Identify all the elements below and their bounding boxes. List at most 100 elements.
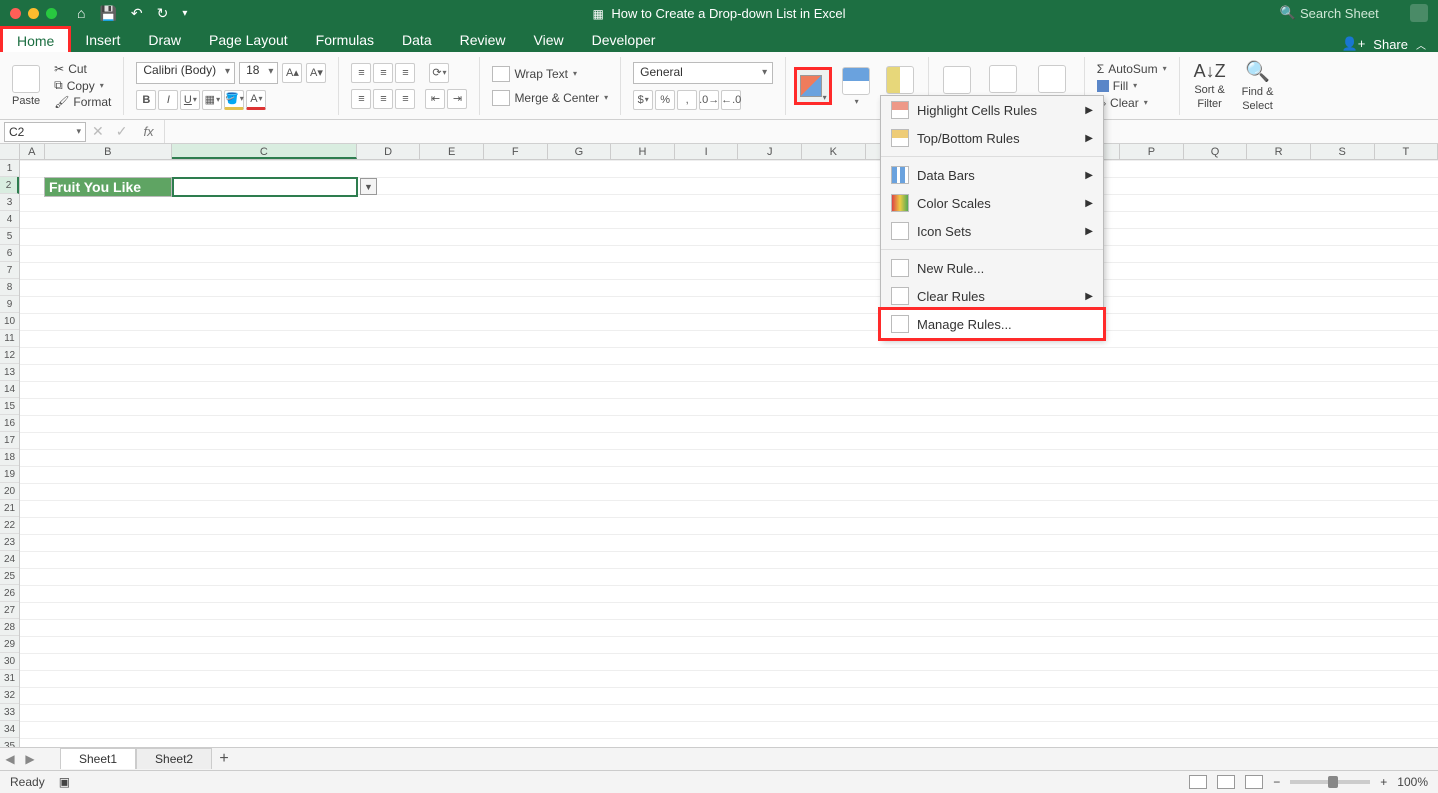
row-header-24[interactable]: 24 bbox=[0, 551, 19, 568]
row-header-20[interactable]: 20 bbox=[0, 483, 19, 500]
tab-home[interactable]: Home bbox=[0, 26, 71, 53]
add-sheet-button[interactable]: + bbox=[212, 750, 236, 768]
formula-input[interactable] bbox=[164, 120, 1438, 143]
row-header-30[interactable]: 30 bbox=[0, 653, 19, 670]
row-header-3[interactable]: 3 bbox=[0, 194, 19, 211]
qa-dropdown-icon[interactable]: ▾ bbox=[182, 8, 187, 19]
user-avatar-icon[interactable] bbox=[1410, 4, 1428, 22]
row-header-15[interactable]: 15 bbox=[0, 398, 19, 415]
underline-button[interactable]: U▾ bbox=[180, 90, 200, 110]
col-header-H[interactable]: H bbox=[611, 144, 675, 159]
row-header-1[interactable]: 1 bbox=[0, 160, 19, 177]
save-icon[interactable]: 💾 bbox=[99, 5, 116, 22]
sheet-tab-1[interactable]: Sheet1 bbox=[60, 748, 136, 769]
maximize-window-icon[interactable] bbox=[46, 8, 57, 19]
search-sheet[interactable]: 🔍 bbox=[1280, 5, 1400, 21]
cut-button[interactable]: ✂Cut bbox=[54, 62, 111, 76]
macro-record-icon[interactable]: ▣ bbox=[59, 775, 70, 789]
col-header-Q[interactable]: Q bbox=[1184, 144, 1248, 159]
dropdown-handle-icon[interactable]: ▼ bbox=[360, 178, 377, 195]
row-header-17[interactable]: 17 bbox=[0, 432, 19, 449]
page-break-view-icon[interactable] bbox=[1245, 775, 1263, 789]
menu-new-rule[interactable]: New Rule... bbox=[881, 254, 1103, 282]
merge-center-button[interactable]: Merge & Center▾ bbox=[492, 90, 608, 106]
row-header-18[interactable]: 18 bbox=[0, 449, 19, 466]
menu-color-scales[interactable]: Color Scales▶ bbox=[881, 189, 1103, 217]
currency-icon[interactable]: $▾ bbox=[633, 90, 653, 110]
row-header-9[interactable]: 9 bbox=[0, 296, 19, 313]
row-header-2[interactable]: 2 bbox=[0, 177, 19, 194]
col-header-B[interactable]: B bbox=[45, 144, 172, 159]
menu-data-bars[interactable]: Data Bars▶ bbox=[881, 161, 1103, 189]
select-all-corner[interactable] bbox=[0, 144, 20, 159]
paste-button[interactable]: Paste bbox=[6, 63, 46, 109]
row-header-35[interactable]: 35 bbox=[0, 738, 19, 747]
row-header-7[interactable]: 7 bbox=[0, 262, 19, 279]
row-header-4[interactable]: 4 bbox=[0, 211, 19, 228]
row-header-27[interactable]: 27 bbox=[0, 602, 19, 619]
align-center-icon[interactable]: ≡ bbox=[373, 89, 393, 109]
cells-area[interactable]: Fruit You Like ▼ bbox=[20, 160, 1438, 747]
col-header-J[interactable]: J bbox=[738, 144, 802, 159]
tab-draw[interactable]: Draw bbox=[134, 28, 195, 52]
redo-icon[interactable]: ↻ bbox=[157, 5, 169, 22]
zoom-out-icon[interactable]: − bbox=[1273, 775, 1280, 789]
row-header-13[interactable]: 13 bbox=[0, 364, 19, 381]
clear-button[interactable]: ◇Clear▾ bbox=[1097, 96, 1167, 110]
tab-developer[interactable]: Developer bbox=[578, 28, 670, 52]
decrease-indent-icon[interactable]: ⇤ bbox=[425, 89, 445, 109]
row-header-28[interactable]: 28 bbox=[0, 619, 19, 636]
row-header-6[interactable]: 6 bbox=[0, 245, 19, 262]
col-header-A[interactable]: A bbox=[20, 144, 45, 159]
row-header-19[interactable]: 19 bbox=[0, 466, 19, 483]
italic-button[interactable]: I bbox=[158, 90, 178, 110]
window-controls[interactable] bbox=[0, 8, 57, 19]
name-box[interactable]: C2▾ bbox=[4, 122, 86, 142]
menu-top-bottom-rules[interactable]: Top/Bottom Rules▶ bbox=[881, 124, 1103, 152]
row-header-10[interactable]: 10 bbox=[0, 313, 19, 330]
row-header-25[interactable]: 25 bbox=[0, 568, 19, 585]
align-left-icon[interactable]: ≡ bbox=[351, 89, 371, 109]
page-layout-view-icon[interactable] bbox=[1217, 775, 1235, 789]
row-header-11[interactable]: 11 bbox=[0, 330, 19, 347]
row-header-5[interactable]: 5 bbox=[0, 228, 19, 245]
tab-insert[interactable]: Insert bbox=[71, 28, 134, 52]
zoom-slider[interactable] bbox=[1290, 780, 1370, 784]
tab-view[interactable]: View bbox=[520, 28, 578, 52]
row-header-26[interactable]: 26 bbox=[0, 585, 19, 602]
col-header-R[interactable]: R bbox=[1247, 144, 1311, 159]
font-size-select[interactable]: 18 bbox=[239, 62, 278, 84]
copy-button[interactable]: ⧉Copy▾ bbox=[54, 78, 111, 93]
row-header-12[interactable]: 12 bbox=[0, 347, 19, 364]
tab-data[interactable]: Data bbox=[388, 28, 446, 52]
cell-C2-selected[interactable] bbox=[172, 177, 358, 197]
increase-indent-icon[interactable]: ⇥ bbox=[447, 89, 467, 109]
percent-icon[interactable]: % bbox=[655, 90, 675, 110]
increase-font-icon[interactable]: A▴ bbox=[282, 63, 302, 83]
border-button[interactable]: ▦▾ bbox=[202, 90, 222, 110]
tab-formulas[interactable]: Formulas bbox=[302, 28, 388, 52]
collapse-ribbon-icon[interactable]: ︿ bbox=[1416, 37, 1426, 52]
col-header-P[interactable]: P bbox=[1120, 144, 1184, 159]
share-icon[interactable]: 👤+ bbox=[1342, 36, 1366, 52]
row-header-34[interactable]: 34 bbox=[0, 721, 19, 738]
enter-formula-icon[interactable]: ✓ bbox=[110, 123, 134, 140]
format-painter-button[interactable]: 🖌Format bbox=[54, 95, 111, 109]
row-header-22[interactable]: 22 bbox=[0, 517, 19, 534]
menu-icon-sets[interactable]: Icon Sets▶ bbox=[881, 217, 1103, 245]
comma-icon[interactable]: , bbox=[677, 90, 697, 110]
row-header-21[interactable]: 21 bbox=[0, 500, 19, 517]
col-header-I[interactable]: I bbox=[675, 144, 739, 159]
share-button[interactable]: Share bbox=[1373, 37, 1408, 52]
orientation-icon[interactable]: ⟳▾ bbox=[429, 63, 449, 83]
cell-B2[interactable]: Fruit You Like bbox=[44, 177, 172, 197]
find-select-button[interactable]: 🔍 Find & Select bbox=[1236, 57, 1280, 114]
align-right-icon[interactable]: ≡ bbox=[395, 89, 415, 109]
font-color-button[interactable]: A▾ bbox=[246, 90, 266, 110]
tab-page-layout[interactable]: Page Layout bbox=[195, 28, 302, 52]
col-header-F[interactable]: F bbox=[484, 144, 548, 159]
font-name-select[interactable]: Calibri (Body) bbox=[136, 62, 235, 84]
fill-button[interactable]: Fill▾ bbox=[1097, 79, 1167, 93]
zoom-level[interactable]: 100% bbox=[1397, 775, 1428, 789]
align-bottom-icon[interactable]: ≡ bbox=[395, 63, 415, 83]
